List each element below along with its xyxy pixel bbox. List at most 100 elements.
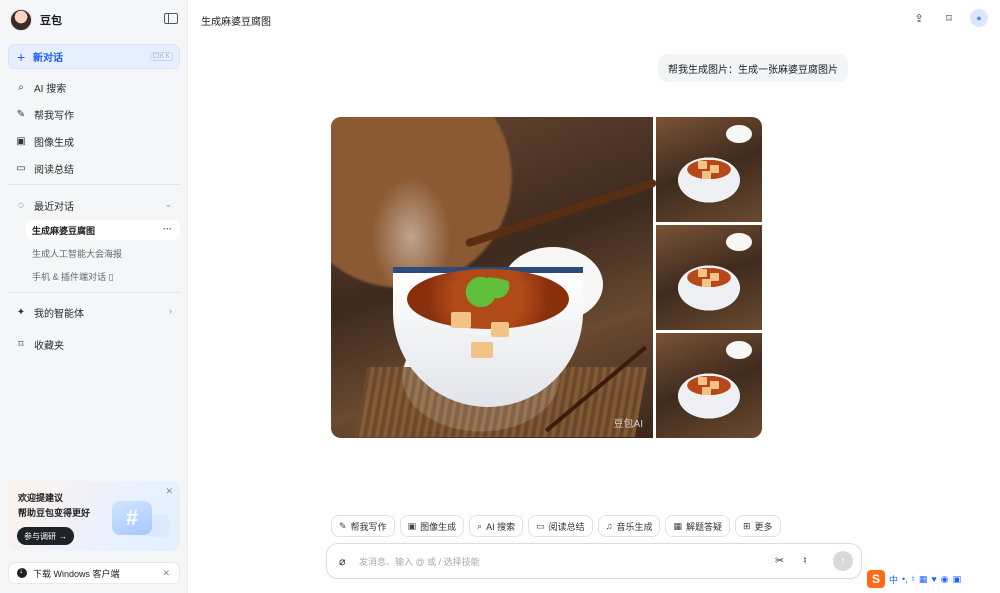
tofu-cube xyxy=(491,322,509,337)
generated-image-thumb-1[interactable] xyxy=(656,117,762,222)
sidebar-item-reading[interactable]: ▭ 阅读总结 xyxy=(8,157,180,179)
conversation-label: 生成人工智能大会海报 xyxy=(32,248,123,259)
sidebar-item-image-gen[interactable]: ▣ 图像生成 xyxy=(8,130,180,152)
scallion-garnish xyxy=(441,277,521,307)
tofu-cube xyxy=(451,312,471,328)
download-label: 下载 Windows 客户端 xyxy=(33,568,120,579)
sidebar-item-label: 收藏夹 xyxy=(34,340,64,352)
microphone-icon[interactable]: ♮ xyxy=(803,554,807,567)
skill-chips: ✎ 帮我写作 ▣ 图像生成 ⌕ AI 搜索 ▭ 阅读总结 ♫ 音乐生成 ▦ 解题答疑 ⊞ 更多 xyxy=(331,515,781,537)
pen-icon: ✎ xyxy=(339,520,347,531)
conversation-label: 手机 & 插件端对话 ▯ xyxy=(32,271,114,282)
ai-search-icon: ⌕ xyxy=(477,520,483,531)
arrow-right-icon: → xyxy=(59,531,67,541)
keyboard-icon[interactable]: ▦ xyxy=(919,574,928,585)
feedback-promo-card: 欢迎提建议 帮助豆包变得更好 参与调研 → # ✕ xyxy=(8,481,180,551)
promo-subtitle: 帮助豆包变得更好 xyxy=(18,508,91,518)
chip-problem-solving[interactable]: ▦ 解题答疑 xyxy=(665,515,730,537)
sidebar-item-agents[interactable]: ✦ 我的智能体 › xyxy=(8,301,180,323)
scissors-icon[interactable]: ✂ xyxy=(775,554,784,567)
sidebar-item-writing[interactable]: ✎ 帮我写作 xyxy=(8,103,180,125)
plus-icon: + xyxy=(17,48,26,65)
skin-icon[interactable]: ♥ xyxy=(931,574,936,584)
chip-more[interactable]: ⊞ 更多 xyxy=(734,515,781,537)
watermark: 豆包AI xyxy=(613,419,643,430)
ime-language[interactable]: 中 xyxy=(889,573,898,586)
ime-toolbar: S 中 •, ♮ ▦ ♥ ◉ ▣ xyxy=(867,569,997,589)
chip-label: 更多 xyxy=(754,521,773,532)
chip-reading[interactable]: ▭ 阅读总结 xyxy=(528,515,593,537)
sidebar-item-favorites[interactable]: ⌑ 收藏夹 xyxy=(8,333,180,355)
download-icon xyxy=(17,566,27,578)
pen-icon: ✎ xyxy=(16,108,26,120)
sidebar-item-label: AI 搜索 xyxy=(34,83,67,95)
generated-image-main[interactable]: 豆包AI xyxy=(331,117,658,438)
punctuation-icon[interactable]: •, xyxy=(902,574,908,584)
sidebar: 豆包 + 新对话 Ctrl K ⌕ AI 搜索 ✎ 帮我写作 ▣ 图像生成 ▭ … xyxy=(0,0,188,593)
chip-label: 帮我写作 xyxy=(350,521,387,532)
sidebar-toggle-icon[interactable] xyxy=(164,13,178,24)
chat-bubble-icon: ◌ xyxy=(18,199,24,211)
more-icon[interactable]: ··· xyxy=(163,224,172,234)
sidebar-item-label: 阅读总结 xyxy=(34,164,74,176)
generated-image-thumb-2[interactable] xyxy=(656,225,762,330)
survey-button-label: 参与调研 xyxy=(24,531,56,541)
tofu-cube xyxy=(471,342,493,358)
conversation-item[interactable]: 生成人工智能大会海报 xyxy=(26,243,180,263)
share-icon[interactable]: ⇪ xyxy=(910,9,928,27)
game-icon[interactable]: ◉ xyxy=(941,574,949,585)
sidebar-item-ai-search[interactable]: ⌕ AI 搜索 xyxy=(8,76,180,98)
chip-label: 阅读总结 xyxy=(548,521,585,532)
bookmark-icon[interactable]: ⌑ xyxy=(940,9,958,27)
message-input-placeholder[interactable]: 发消息、输入 @ 或 / 选择技能 xyxy=(359,555,480,568)
chip-label: 音乐生成 xyxy=(616,521,653,532)
download-client-button[interactable]: 下载 Windows 客户端 ✕ xyxy=(8,562,180,584)
sogou-logo-icon[interactable]: S xyxy=(867,570,885,588)
chip-writing[interactable]: ✎ 帮我写作 xyxy=(331,515,395,537)
chip-music-gen[interactable]: ♫ 音乐生成 xyxy=(597,515,661,537)
doubao-avatar xyxy=(10,9,32,31)
user-message-bubble: 帮我生成图片：生成一张麻婆豆腐图片 xyxy=(658,54,848,82)
chip-ai-search[interactable]: ⌕ AI 搜索 xyxy=(469,515,524,537)
user-avatar[interactable]: ● xyxy=(970,9,988,27)
generated-image-grid: 豆包AI xyxy=(331,117,762,438)
sparkle-icon: ✦ xyxy=(16,306,26,318)
hash-icon: # xyxy=(112,501,152,535)
new-chat-button[interactable]: + 新对话 Ctrl K xyxy=(8,44,180,69)
message-input-box[interactable]: ⌀ 发消息、输入 @ 或 / 选择技能 ✂ ♮ ↑ xyxy=(326,543,862,579)
conversation-title: 生成麻婆豆腐图 xyxy=(201,17,271,28)
chip-label: 图像生成 xyxy=(420,521,457,532)
ai-search-icon: ⌕ xyxy=(18,81,24,93)
toolbox-icon[interactable]: ▣ xyxy=(953,574,962,585)
divider xyxy=(8,184,180,185)
image-icon: ▣ xyxy=(16,135,26,147)
attachment-icon[interactable]: ⌀ xyxy=(339,555,346,568)
spoon xyxy=(464,178,658,248)
sidebar-item-label: 帮我写作 xyxy=(34,110,74,122)
recent-label: 最近对话 xyxy=(34,201,74,213)
chevron-down-icon: ⌄ xyxy=(164,199,172,209)
chip-label: 解题答疑 xyxy=(685,521,722,532)
chip-label: AI 搜索 xyxy=(486,521,516,532)
image-icon: ▣ xyxy=(407,520,417,531)
generated-image-thumb-3[interactable] xyxy=(656,333,762,438)
calc-icon: ▦ xyxy=(673,520,682,531)
send-button[interactable]: ↑ xyxy=(833,551,853,571)
voice-icon[interactable]: ♮ xyxy=(912,574,915,585)
grid-icon: ⊞ xyxy=(742,520,751,531)
promo-title: 欢迎提建议 xyxy=(18,493,64,503)
new-chat-label: 新对话 xyxy=(33,53,63,64)
conversation-item[interactable]: 手机 & 插件端对话 ▯ xyxy=(26,266,180,286)
chip-image-gen[interactable]: ▣ 图像生成 xyxy=(399,515,465,537)
bookmark-icon: ⌑ xyxy=(18,338,24,350)
close-icon[interactable]: ✕ xyxy=(162,568,170,579)
close-icon[interactable]: ✕ xyxy=(165,486,173,497)
book-icon: ▭ xyxy=(16,162,26,174)
conversation-item-active[interactable]: 生成麻婆豆腐图 ··· xyxy=(26,220,180,240)
recent-conversations-header[interactable]: ◌ 最近对话 ⌄ xyxy=(8,194,180,216)
header-actions: ⇪ ⌑ ● xyxy=(910,9,988,27)
brand[interactable]: 豆包 xyxy=(10,8,62,32)
survey-button[interactable]: 参与调研 → xyxy=(17,527,74,545)
conversation-label: 生成麻婆豆腐图 xyxy=(32,225,96,236)
chevron-right-icon: › xyxy=(169,306,172,316)
